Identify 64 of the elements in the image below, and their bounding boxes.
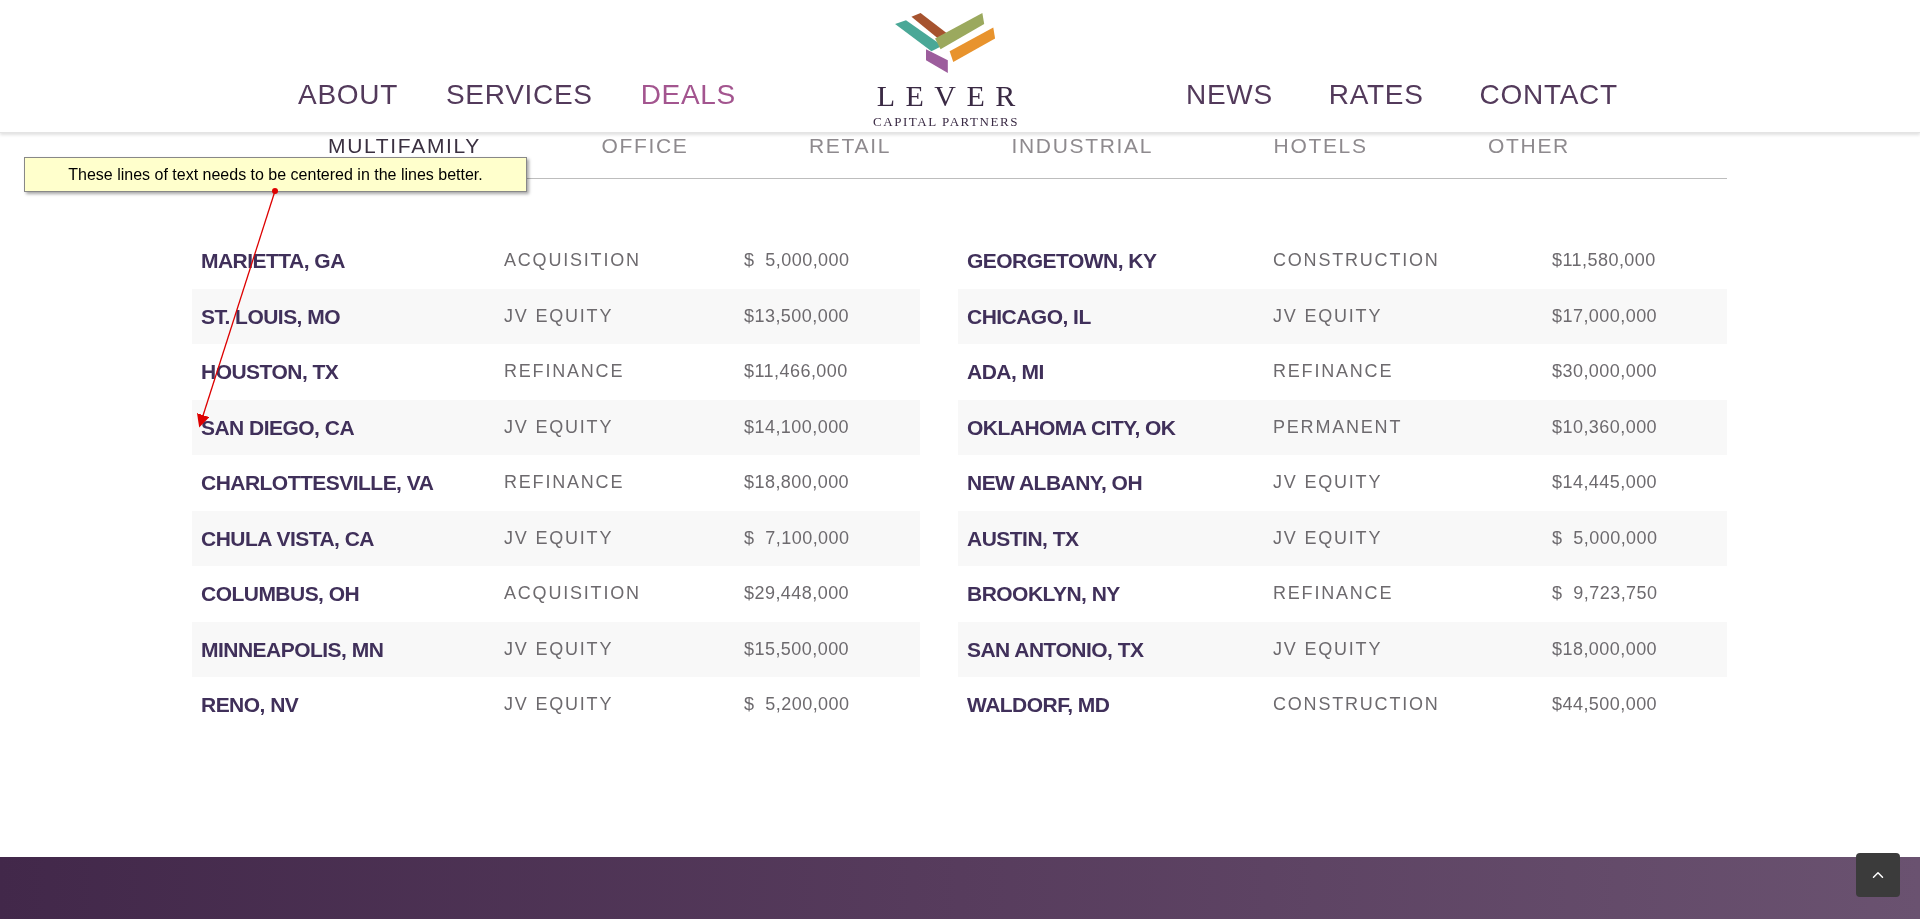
deal-type: JV EQUITY	[504, 693, 615, 717]
deal-amount: $29,448,000	[744, 582, 850, 606]
deal-amount: $11,466,000	[744, 360, 848, 384]
deal-location: ST. LOUIS, MO	[200, 303, 342, 330]
deal-type: REFINANCE	[1273, 582, 1395, 606]
deal-amount: $ 5,000,000	[744, 249, 850, 273]
deal-location: MINNEAPOLIS, MN	[200, 636, 385, 663]
deal-type: JV EQUITY	[1273, 637, 1384, 661]
deal-location: AUSTIN, TX	[966, 525, 1080, 552]
deal-type: ACQUISITION	[504, 249, 642, 273]
deal-amount: $15,500,000	[744, 637, 850, 661]
deal-type: CONSTRUCTION	[1273, 693, 1441, 717]
nav-link[interactable]: RATES	[1328, 74, 1424, 116]
deal-type: REFINANCE	[1273, 360, 1395, 384]
deal-location: COLUMBUS, OH	[200, 581, 361, 607]
nav-link[interactable]: DEALS	[640, 74, 736, 116]
deal-location: ADA, MI	[966, 359, 1045, 385]
deal-type: CONSTRUCTION	[1273, 249, 1441, 273]
deal-location: RENO, NV	[200, 692, 300, 718]
deal-amount: $18,800,000	[744, 471, 850, 495]
deal-type: REFINANCE	[504, 471, 626, 495]
deal-amount: $14,100,000	[744, 415, 850, 439]
deal-location: GEORGETOWN, KY	[966, 248, 1158, 274]
deal-location: CHARLOTTESVILLE, VA	[200, 470, 435, 496]
deal-location: OKLAHOMA CITY, OK	[966, 414, 1177, 441]
deal-location: CHICAGO, IL	[966, 303, 1092, 330]
nav-link[interactable]: CONTACT	[1479, 74, 1618, 116]
logo-tagline: CAPITAL PARTNERS	[872, 115, 1020, 128]
deal-amount: $17,000,000	[1552, 304, 1658, 328]
deal-type: JV EQUITY	[1273, 304, 1384, 328]
deal-type: JV EQUITY	[1273, 526, 1384, 550]
nav-link[interactable]: SERVICES	[445, 74, 593, 116]
deal-amount: $13,500,000	[744, 304, 850, 328]
logo-icon	[895, 13, 997, 73]
deal-type: JV EQUITY	[504, 526, 615, 550]
deal-type: JV EQUITY	[504, 415, 615, 439]
deal-type: PERMANENT	[1273, 415, 1404, 439]
deal-amount: $11,580,000	[1552, 249, 1656, 273]
deal-location: WALDORF, MD	[966, 692, 1111, 718]
deal-type: JV EQUITY	[1273, 471, 1384, 495]
deal-amount: $14,445,000	[1552, 471, 1658, 495]
deal-type: REFINANCE	[504, 360, 626, 384]
deal-amount: $10,360,000	[1552, 415, 1658, 439]
deal-location: SAN DIEGO, CA	[200, 414, 356, 441]
deal-type: JV EQUITY	[504, 637, 615, 661]
annotation-tooltip: These lines of text needs to be centered in the lines better.	[24, 157, 527, 192]
deal-amount: $ 5,000,000	[1552, 526, 1658, 550]
deal-amount: $44,500,000	[1552, 693, 1658, 717]
scroll-top-button[interactable]	[1856, 853, 1900, 897]
nav-link[interactable]: ABOUT	[298, 74, 398, 116]
deal-amount: $18,000,000	[1552, 637, 1658, 661]
deal-location: NEW ALBANY, OH	[966, 470, 1144, 496]
deal-type: JV EQUITY	[504, 304, 615, 328]
deal-amount: $ 9,723,750	[1552, 582, 1658, 606]
deal-location: CHULA VISTA, CA	[200, 525, 375, 552]
logo-name: LEVER	[875, 81, 1026, 111]
deal-amount: $ 7,100,000	[744, 526, 850, 550]
deal-location: BROOKLYN, NY	[966, 581, 1121, 607]
deal-amount: $30,000,000	[1552, 360, 1658, 384]
nav-link[interactable]: NEWS	[1186, 74, 1273, 116]
deal-type: ACQUISITION	[504, 582, 642, 606]
deal-amount: $ 5,200,000	[744, 693, 850, 717]
deal-location: SAN ANTONIO, TX	[966, 636, 1145, 663]
category-tab[interactable]: MULTIFAMILY	[328, 136, 482, 156]
